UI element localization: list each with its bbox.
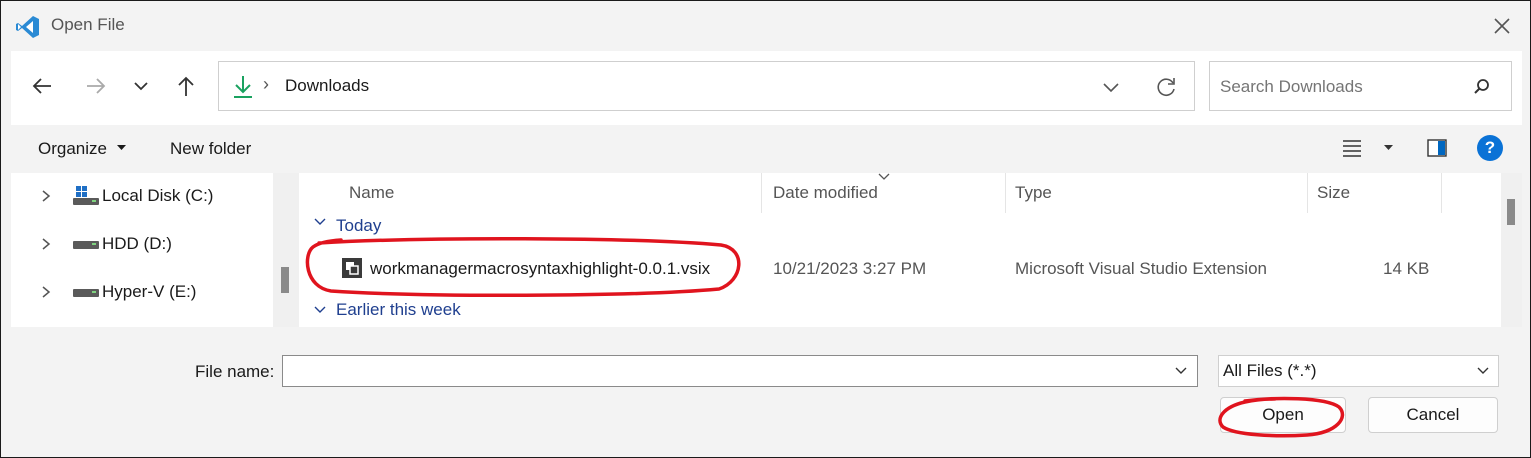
group-header-earlier-this-week[interactable]: Earlier this week — [336, 300, 461, 320]
refresh-icon[interactable] — [1153, 74, 1179, 100]
annotation-circle-file — [301, 235, 747, 299]
chevron-down-icon[interactable] — [1173, 364, 1189, 378]
arrow-up-icon[interactable] — [169, 69, 203, 103]
annotation-circle-open — [1215, 395, 1349, 439]
search-icon[interactable] — [1472, 77, 1492, 97]
list-view-icon[interactable] — [1341, 137, 1363, 159]
column-header-size[interactable]: Size — [1317, 183, 1350, 203]
view-options-caret-icon[interactable] — [1384, 145, 1393, 151]
sidebar-item-label: Local Disk (C:) — [102, 186, 214, 205]
nav-scrollbar-thumb[interactable] — [281, 267, 289, 293]
sidebar-item-hyper-v-e[interactable]: Hyper-V (E:) — [11, 269, 273, 317]
navigation-bar: › Downloads — [11, 51, 1522, 125]
drive-icon — [73, 240, 99, 250]
pane-divider[interactable] — [273, 173, 299, 327]
column-header-name[interactable]: Name — [349, 183, 394, 203]
close-icon[interactable] — [1489, 13, 1515, 39]
windows-drive-icon — [73, 185, 99, 207]
group-header-today[interactable]: Today — [336, 216, 381, 236]
sidebar-item-hdd-d[interactable]: HDD (D:) — [11, 221, 273, 269]
window-title: Open File — [51, 15, 125, 34]
arrow-left-icon[interactable] — [25, 69, 59, 103]
organize-label: Organize — [38, 139, 107, 158]
preview-pane-icon[interactable] — [1426, 137, 1448, 159]
open-file-dialog: Open File › Downloads Search Downloads O… — [0, 0, 1531, 458]
cancel-button[interactable]: Cancel — [1368, 397, 1498, 433]
file-list-scrollbar-thumb[interactable] — [1507, 199, 1515, 225]
address-dropdown-icon[interactable] — [1099, 75, 1123, 99]
column-separator[interactable] — [1441, 173, 1442, 213]
chevron-right-icon[interactable] — [40, 285, 52, 299]
help-icon[interactable]: ? — [1477, 135, 1503, 161]
sidebar-item-label: Hyper-V (E:) — [102, 282, 197, 301]
chevron-right-icon[interactable] — [40, 189, 52, 203]
arrow-right-icon[interactable] — [79, 69, 113, 103]
group-collapse-icon[interactable] — [313, 305, 327, 315]
caret-down-icon — [117, 145, 126, 151]
drive-icon — [73, 288, 99, 298]
command-toolbar: Organize New folder ? — [11, 125, 1522, 173]
file-type: Microsoft Visual Studio Extension — [1015, 259, 1267, 278]
chevron-down-icon[interactable] — [124, 69, 158, 103]
search-input[interactable] — [1218, 72, 1462, 102]
vscode-icon — [15, 14, 41, 40]
search-box[interactable] — [1209, 61, 1512, 111]
browser-content: Local Disk (C:) HDD (D:) Hyper-V (E:) Na… — [11, 173, 1522, 327]
file-type-filter[interactable]: All Files (*.*) — [1218, 355, 1499, 387]
column-separator[interactable] — [1005, 173, 1006, 213]
sort-indicator-icon — [877, 173, 891, 181]
download-icon — [231, 74, 255, 100]
address-bar[interactable]: › Downloads — [218, 61, 1195, 111]
file-name-combobox[interactable] — [282, 355, 1198, 387]
file-size: 14 KB — [1383, 259, 1430, 278]
breadcrumb-downloads[interactable]: Downloads — [285, 76, 369, 96]
organize-button[interactable]: Organize — [38, 125, 138, 173]
column-separator[interactable] — [1307, 173, 1308, 213]
sidebar-item-label: HDD (D:) — [102, 234, 172, 253]
chevron-right-icon[interactable] — [40, 237, 52, 251]
new-folder-button[interactable]: New folder — [170, 139, 251, 159]
filter-value: All Files (*.*) — [1223, 361, 1317, 380]
file-date-modified: 10/21/2023 3:27 PM — [773, 259, 927, 278]
file-list-scrollbar[interactable] — [1501, 173, 1522, 327]
column-header-type[interactable]: Type — [1015, 183, 1052, 203]
sidebar-item-local-disk-c[interactable]: Local Disk (C:) — [11, 173, 273, 221]
file-name-label: File name: — [195, 362, 275, 381]
chevron-down-icon[interactable] — [1475, 364, 1491, 378]
navigation-pane: Local Disk (C:) HDD (D:) Hyper-V (E:) — [11, 173, 273, 327]
title-bar: Open File — [1, 1, 1530, 51]
column-separator[interactable] — [761, 173, 762, 213]
breadcrumb-separator: › — [263, 74, 269, 94]
file-name-input[interactable] — [289, 359, 1163, 385]
column-header-date-modified[interactable]: Date modified — [773, 183, 878, 203]
group-collapse-icon[interactable] — [313, 217, 327, 227]
